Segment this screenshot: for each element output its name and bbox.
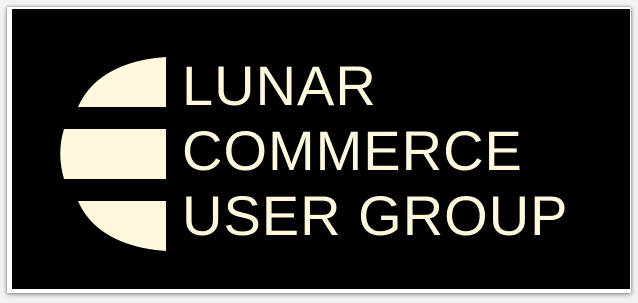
moon-stripe-middle bbox=[60, 129, 166, 179]
logo-card: LUNAR COMMERCE USER GROUP bbox=[12, 9, 630, 289]
moon-stripe-bottom bbox=[78, 201, 166, 251]
moon-stripes-icon bbox=[60, 57, 166, 251]
logo-wordmark: LUNAR COMMERCE USER GROUP bbox=[182, 53, 569, 248]
logo-line-2: COMMERCE bbox=[182, 119, 523, 182]
logo-line-1: LUNAR bbox=[182, 54, 377, 117]
logo-line-3: USER GROUP bbox=[182, 184, 569, 247]
moon-stripe-top bbox=[78, 57, 166, 107]
